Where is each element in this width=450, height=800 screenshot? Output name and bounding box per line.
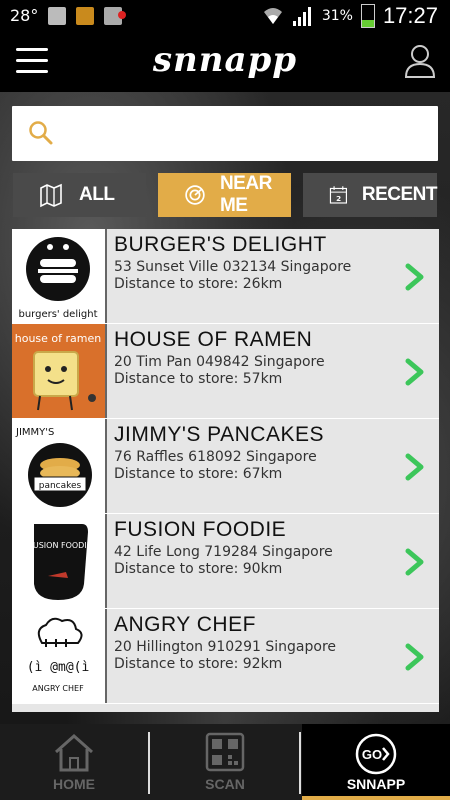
calendar-day: 2 [336,194,341,203]
battery-alert-icon [104,6,127,25]
list-item[interactable]: FUSION FOODIE FUSION FOODIE 42 Life Long… [12,514,439,609]
qr-code-icon [205,732,245,772]
wifi-icon [263,8,282,24]
profile-icon[interactable] [404,44,436,78]
tab-near-me-label: NEAR ME [219,173,272,216]
list-item[interactable] [12,704,439,712]
chevron-right-icon[interactable] [405,358,425,386]
logo-text: burgers' delight [18,309,97,320]
store-logo: JIMMY'S pancakes [12,419,107,513]
store-distance: Distance to store: 57km [114,371,283,387]
logo-text: FUSION FOODIE [28,541,92,550]
go-circle-icon: GO [355,733,397,775]
store-address: 76 Raffles 618092 Singapore [114,449,317,465]
list-item[interactable]: JIMMY'S pancakes JIMMY'S PANCAKES 76 Raf… [12,419,439,514]
store-logo: burgers' delight [12,229,107,323]
store-address: 42 Life Long 719284 Singapore [114,544,333,560]
nav-snnapp-label: SNNAPP [346,776,406,792]
map-icon [40,183,62,208]
store-address: 53 Sunset Ville 032134 Singapore [114,259,352,275]
gallery-notification-icon [48,6,67,25]
list-item[interactable]: (ì @m@(ì ANGRY CHEF ANGRY CHEF 20 Hillin… [12,609,439,704]
app-header: snnapp [0,32,450,92]
list-item[interactable]: house of ramen HOUSE OF RAMEN 20 Tim Pan… [12,324,439,419]
battery-icon [360,4,375,28]
store-name: BURGER'S DELIGHT [114,233,327,256]
tab-near-me[interactable]: NEAR ME [158,173,291,217]
nav-divider [299,732,301,794]
logo-sub-text: ANGRY CHEF [32,684,84,693]
store-list[interactable]: burgers' delight BURGER'S DELIGHT 53 Sun… [12,229,439,712]
search-bar[interactable] [12,106,438,161]
search-input[interactable] [66,116,430,152]
store-name: JIMMY'S PANCAKES [114,423,324,446]
store-logo: (ì @m@(ì ANGRY CHEF [12,609,107,703]
search-icon [29,121,53,145]
fusion-logo-icon: FUSION FOODIE [28,524,92,600]
store-distance: Distance to store: 90km [114,561,283,577]
bottom-nav: HOME SCAN GO SNNAPP [0,724,450,800]
tab-all[interactable]: ALL [13,173,146,217]
store-name: HOUSE OF RAMEN [114,328,313,351]
store-address: 20 Tim Pan 049842 Singapore [114,354,325,370]
go-text: GO [362,747,382,762]
logo-text: house of ramen [15,332,102,345]
pancake-logo-icon: JIMMY'S pancakes [15,427,92,507]
tab-recent-label: RECENT [361,184,438,205]
nav-divider [148,732,150,794]
status-bar: 28° 31% 17:27 [0,0,450,32]
home-icon [55,733,93,772]
chevron-right-icon[interactable] [405,643,425,671]
list-item[interactable]: burgers' delight BURGER'S DELIGHT 53 Sun… [12,229,439,324]
nav-snnapp[interactable]: GO SNNAPP [302,724,450,800]
active-tab-indicator [302,796,450,800]
tab-all-label: ALL [79,184,115,205]
store-distance: Distance to store: 92km [114,656,283,672]
calendar-icon: 2 [329,186,348,204]
nav-scan[interactable]: SCAN [151,724,299,800]
logo-text: (ì @m@(ì [27,660,90,675]
chevron-right-icon[interactable] [405,453,425,481]
logo-text: pancakes [39,481,82,491]
nav-scan-label: SCAN [205,776,245,792]
chevron-right-icon[interactable] [405,548,425,576]
store-name: ANGRY CHEF [114,613,256,636]
store-address: 20 Hillington 910291 Singapore [114,639,337,655]
store-logo: FUSION FOODIE [12,514,107,608]
chevron-right-icon[interactable] [405,263,425,291]
ramen-logo-icon: house of ramen [15,332,102,411]
nav-home-label: HOME [53,776,95,792]
nav-home[interactable]: HOME [0,724,148,800]
store-logo: house of ramen [12,324,107,418]
burger-logo-icon: burgers' delight [18,237,98,320]
store-name: FUSION FOODIE [114,518,287,541]
temperature: 28° [10,6,39,25]
tab-recent[interactable]: 2 RECENT [303,173,438,217]
location-target-icon [185,185,205,205]
store-distance: Distance to store: 26km [114,276,283,292]
signal-icon [292,7,311,26]
chef-hat-logo-icon: (ì @m@(ì ANGRY CHEF [27,617,90,693]
logo-top-text: JIMMY'S [15,427,54,438]
app-logo: snnapp [152,40,298,80]
store-distance: Distance to store: 67km [114,466,283,482]
battery-percent: 31% [321,8,353,24]
app-notification-icon [76,6,95,25]
clock: 17:27 [382,3,438,28]
